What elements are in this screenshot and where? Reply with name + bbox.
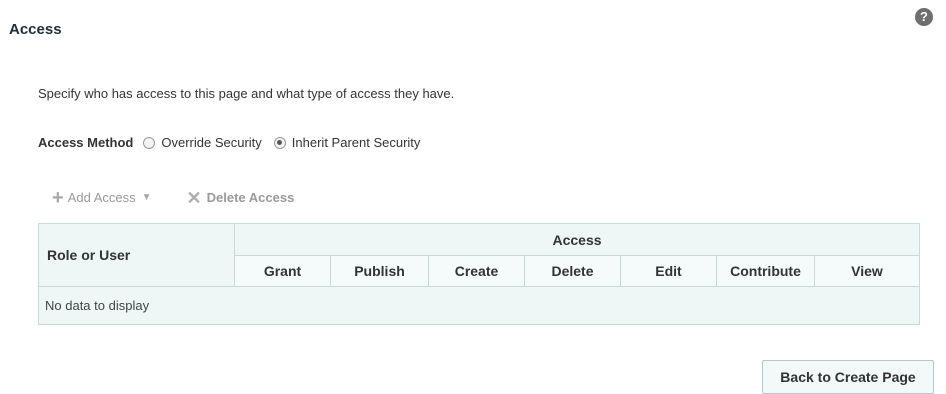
column-header-grant[interactable]: Grant (234, 255, 331, 287)
back-to-create-page-button[interactable]: Back to Create Page (762, 360, 934, 394)
access-method-group: Access Method Override Security Inherit … (38, 135, 432, 150)
access-toolbar: + Add Access ▼ ✕ Delete Access (52, 186, 329, 209)
access-group-header: Access (234, 223, 920, 256)
x-icon: ✕ (186, 187, 202, 208)
add-access-label: Add Access (67, 190, 136, 205)
inherit-parent-security-radio[interactable] (273, 136, 286, 149)
empty-table-message: No data to display (38, 286, 920, 325)
column-header-edit[interactable]: Edit (620, 255, 717, 287)
add-access-button[interactable]: + Add Access ▼ (52, 186, 152, 209)
help-icon[interactable]: ? (915, 8, 933, 26)
inherit-parent-security-label[interactable]: Inherit Parent Security (292, 135, 421, 150)
delete-access-button[interactable]: ✕ Delete Access (186, 187, 295, 208)
column-header-delete[interactable]: Delete (524, 255, 621, 287)
table-row: No data to display (38, 286, 920, 325)
override-security-label[interactable]: Override Security (161, 135, 261, 150)
column-header-publish[interactable]: Publish (330, 255, 429, 287)
page-description: Specify who has access to this page and … (38, 86, 455, 101)
plus-icon: + (52, 186, 64, 209)
override-security-radio[interactable] (143, 136, 156, 149)
column-header-create[interactable]: Create (428, 255, 525, 287)
column-header-contribute[interactable]: Contribute (716, 255, 815, 287)
chevron-down-icon: ▼ (141, 192, 152, 203)
access-method-label: Access Method (38, 135, 134, 150)
page-title: Access (9, 21, 62, 38)
column-header-view[interactable]: View (814, 255, 920, 287)
role-or-user-header[interactable]: Role or User (38, 223, 235, 287)
access-table: Role or User Access Grant Publish Create… (38, 223, 920, 325)
delete-access-label: Delete Access (206, 190, 295, 205)
